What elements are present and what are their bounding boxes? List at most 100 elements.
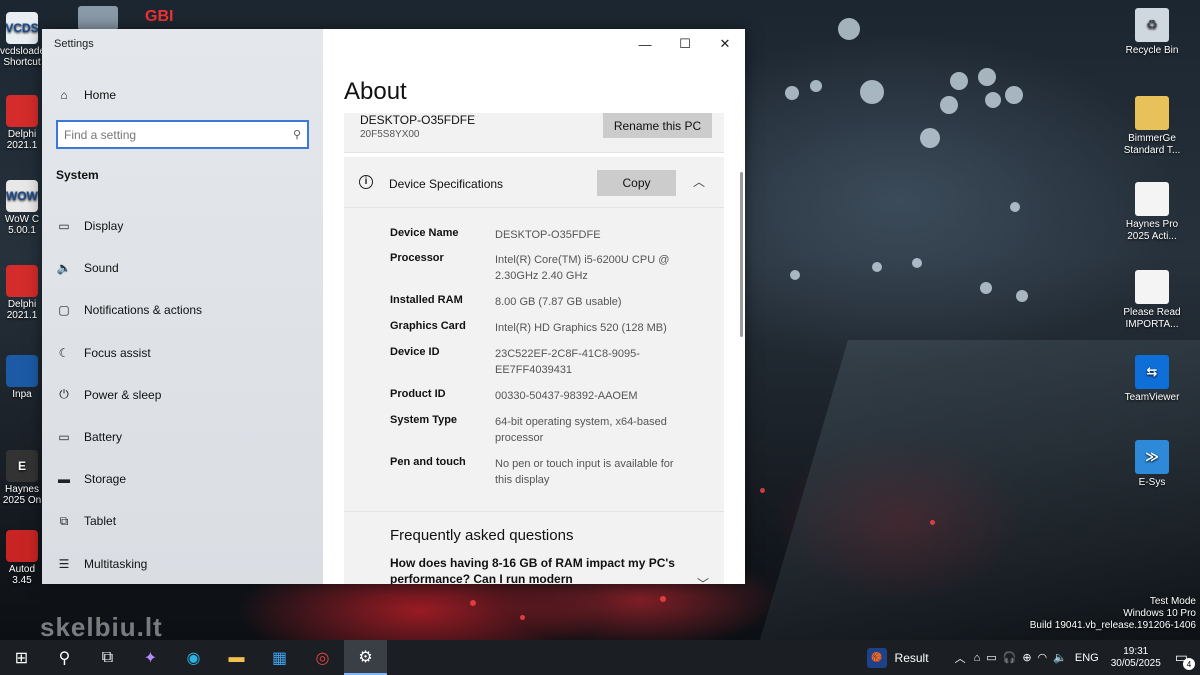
home-icon: ⌂ xyxy=(60,88,68,102)
desktop-icon[interactable]: Delphi 2021.1 xyxy=(0,95,44,151)
search-icon[interactable]: ⚲ xyxy=(293,128,301,141)
store-button[interactable]: ▦ xyxy=(258,640,301,675)
nav-item[interactable]: ▭ Battery xyxy=(42,416,323,458)
chevron-up-icon[interactable]: ︿ xyxy=(955,650,966,666)
nav-item[interactable]: 🔈 Sound xyxy=(42,247,323,289)
desktop-icon[interactable]: WOW WoW C 5.00.1 xyxy=(0,180,44,236)
desktop-icon[interactable]: Please Read IMPORTA... xyxy=(1120,270,1184,331)
globe-icon[interactable]: ⊕ xyxy=(1022,651,1031,664)
wallpaper-bokeh xyxy=(872,262,882,272)
test-mode-text: Test Mode xyxy=(1149,596,1196,607)
wallpaper-bokeh xyxy=(920,128,940,148)
nav-item[interactable]: ▢ Notifications & actions xyxy=(42,289,323,331)
wallpaper-bokeh xyxy=(860,80,884,104)
faq-heading: Frequently asked questions xyxy=(390,527,574,544)
desktop-icon[interactable]: Inpa xyxy=(0,355,44,400)
desktop-icon-label: Delphi 2021.1 xyxy=(6,129,38,151)
nav-item-label: Storage xyxy=(84,472,127,487)
nav-item[interactable]: ⏻ Power & sleep xyxy=(42,374,323,416)
minimize-button[interactable]: — xyxy=(625,29,665,59)
network-icon[interactable]: ⌂ xyxy=(974,652,981,664)
desktop-icon[interactable]: VCDS vcdsloader Shortcut xyxy=(0,12,44,68)
volume-icon[interactable]: 🔈 xyxy=(1053,651,1067,664)
copy-button[interactable]: Copy xyxy=(597,170,676,196)
chrome-button[interactable]: ◎ xyxy=(301,640,344,675)
desktop-icon-label: Recycle Bin xyxy=(1125,45,1179,56)
close-button[interactable]: ✕ xyxy=(705,29,745,59)
desktop-icon-label: Autod 3.45 xyxy=(8,564,36,586)
clock[interactable]: 19:31 30/05/2025 xyxy=(1111,646,1161,670)
window-title: Settings xyxy=(54,38,94,50)
notification-count: 4 xyxy=(1183,658,1195,670)
nav-item[interactable]: ☾ Focus assist xyxy=(42,332,323,374)
wallpaper-bokeh xyxy=(1010,202,1020,212)
notification-center[interactable]: ▭ 4 xyxy=(1175,649,1195,670)
tablet-icon: ⧉ xyxy=(59,513,69,528)
battery-icon: ▭ xyxy=(58,430,70,445)
desktop-icon-label: TeamViewer xyxy=(1124,392,1180,403)
settings-button[interactable]: ⚙ xyxy=(344,640,387,675)
battery-icon[interactable]: ▭ xyxy=(986,651,996,664)
chevron-up-icon[interactable]: ︿ xyxy=(693,173,705,190)
desktop-icon[interactable]: Autod 3.45 xyxy=(0,530,44,586)
nav-home-label: Home xyxy=(84,88,117,102)
delphi-icon xyxy=(6,95,38,127)
wifi-icon[interactable]: ◠ xyxy=(1038,651,1048,664)
desktop-icon[interactable]: ⇆ TeamViewer xyxy=(1120,355,1184,404)
nav-item[interactable]: ▬ Storage xyxy=(42,458,323,500)
chevron-down-icon[interactable]: ﹀ xyxy=(697,575,709,584)
nav-home[interactable]: ⌂ Home xyxy=(56,85,116,105)
wallpaper-spark xyxy=(660,596,666,602)
nav-item-label: Multitasking xyxy=(84,556,148,571)
spec-row: Pen and touch No pen or touch input is av… xyxy=(390,456,690,490)
power-icon: ⏻ xyxy=(59,387,69,402)
device-specifications-header[interactable]: i Device Specifications Copy ︿ xyxy=(344,157,724,208)
spec-value: 00330-50437-98392-AAOEM xyxy=(495,390,638,402)
maximize-button[interactable]: ☐ xyxy=(665,29,705,59)
settings-window: Settings ⌂ Home ⚲ System ▭ Display 🔈 Sound ▢… xyxy=(42,29,745,584)
wallpaper-bokeh xyxy=(1005,86,1023,104)
spec-value: 23C522EF-2C8F-41C8-9095-EE7FF4039431 xyxy=(495,348,640,376)
desktop-icon[interactable]: Haynes Pro 2025 Acti... xyxy=(1120,182,1184,243)
teamviewer-icon: ⇆ xyxy=(1135,355,1169,389)
language-indicator[interactable]: ENG xyxy=(1075,652,1099,664)
search-button[interactable]: ⚲ xyxy=(43,640,86,675)
notifications-icon: ▢ xyxy=(58,303,70,318)
spec-label: Processor xyxy=(390,252,444,264)
wallpaper-spark xyxy=(520,615,525,620)
desktop-icon[interactable]: BimmerGe Standard T... xyxy=(1120,96,1184,157)
wallpaper-bokeh xyxy=(810,80,822,92)
desktop-icon[interactable]: ♻ Recycle Bin xyxy=(1120,8,1184,57)
faq-question[interactable]: How does having 8-16 GB of RAM impact my… xyxy=(390,555,680,584)
news-widget-label[interactable]: Result xyxy=(895,651,929,665)
chrome-icon: ◎ xyxy=(315,649,330,667)
spec-value: 64-bit operating system, x64-based proce… xyxy=(495,416,667,444)
start-button[interactable]: ⊞ xyxy=(0,640,43,675)
task-view-button[interactable]: ⧉ xyxy=(86,640,129,675)
haynes-icon: E xyxy=(6,450,38,482)
scrollbar[interactable] xyxy=(740,172,743,337)
desktop-icon[interactable]: E Haynes 2025 On xyxy=(0,450,44,506)
edge-button[interactable]: ◉ xyxy=(172,640,215,675)
nav-item[interactable]: ⧉ Tablet xyxy=(42,500,323,542)
desktop-tool-icon[interactable] xyxy=(78,6,118,30)
headset-icon[interactable]: 🎧 xyxy=(1003,651,1017,664)
vcds-icon: VCDS xyxy=(5,12,39,44)
search-input[interactable] xyxy=(64,127,293,142)
wow-icon: WOW xyxy=(6,180,38,212)
desktop-icon[interactable]: Delphi 2021.1 xyxy=(0,265,44,321)
file-explorer-button[interactable]: ▬ xyxy=(215,640,258,675)
desktop-app-icon[interactable]: GBI xyxy=(145,8,183,30)
clock-date: 30/05/2025 xyxy=(1110,657,1161,669)
copilot-button[interactable]: ✦ xyxy=(129,640,172,675)
nav-item[interactable]: ☰ Multitasking xyxy=(42,543,323,585)
rename-pc-button[interactable]: Rename this PC xyxy=(603,113,712,138)
nav-item[interactable]: ▭ Display xyxy=(42,205,323,247)
settings-search-box[interactable]: ⚲ xyxy=(56,120,309,149)
nba-icon[interactable]: 🏀 xyxy=(866,647,887,668)
desktop-icon[interactable]: ≫ E-Sys xyxy=(1120,440,1184,489)
nav-item-label: Notifications & actions xyxy=(84,303,203,318)
wallpaper-bokeh xyxy=(978,68,996,86)
pc-name-card: DESKTOP-O35FDFE 20F5S8YX00 Rename this P… xyxy=(344,113,724,153)
folder-icon: ▬ xyxy=(228,648,245,666)
